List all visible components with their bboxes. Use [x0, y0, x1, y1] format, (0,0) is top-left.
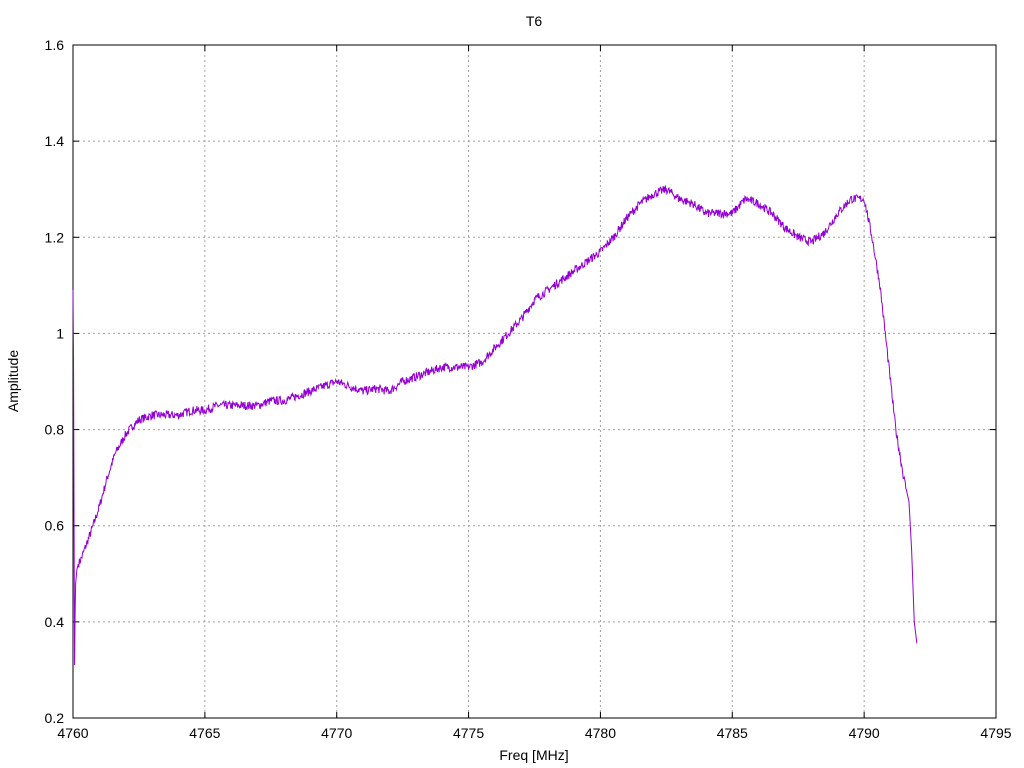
- y-tick-label: 1.4: [45, 133, 65, 149]
- series-layer: [72, 185, 918, 666]
- y-tick-label: 0.6: [45, 518, 65, 534]
- x-tick-label: 4775: [453, 725, 484, 741]
- x-tick-labels: 4760 4765 4770 4775 4780 4785 4790 4795: [57, 725, 1011, 741]
- y-tick-label: 1.6: [45, 37, 65, 53]
- x-tick-label: 4770: [321, 725, 352, 741]
- y-axis-label: Amplitude: [5, 350, 21, 412]
- y-tick-labels: 0.2 0.4 0.6 0.8 1 1.2 1.4 1.6: [45, 37, 65, 726]
- series-line: [72, 185, 918, 666]
- chart-svg: T6 4760 4765 4770 4775 4780 4785 4790 4795 0.20…: [5, 13, 1012, 763]
- y-tick-label: 0.2: [45, 710, 65, 726]
- x-tick-label: 4760: [57, 725, 88, 741]
- x-tick-label: 4790: [849, 725, 880, 741]
- chart-title: T6: [526, 13, 543, 29]
- y-tick-label: 0.4: [45, 614, 65, 630]
- x-tick-label: 4780: [585, 725, 616, 741]
- x-tick-label: 4765: [189, 725, 220, 741]
- axis-ticks: [72, 44, 997, 719]
- grid: [73, 45, 996, 718]
- plot-frame: [72, 44, 997, 719]
- y-tick-label: 1.2: [45, 229, 65, 245]
- x-axis-label: Freq [MHz]: [499, 747, 568, 763]
- x-tick-label: 4785: [717, 725, 748, 741]
- y-tick-label: 1: [56, 325, 64, 341]
- y-tick-label: 0.8: [45, 422, 65, 438]
- x-tick-label: 4795: [980, 725, 1011, 741]
